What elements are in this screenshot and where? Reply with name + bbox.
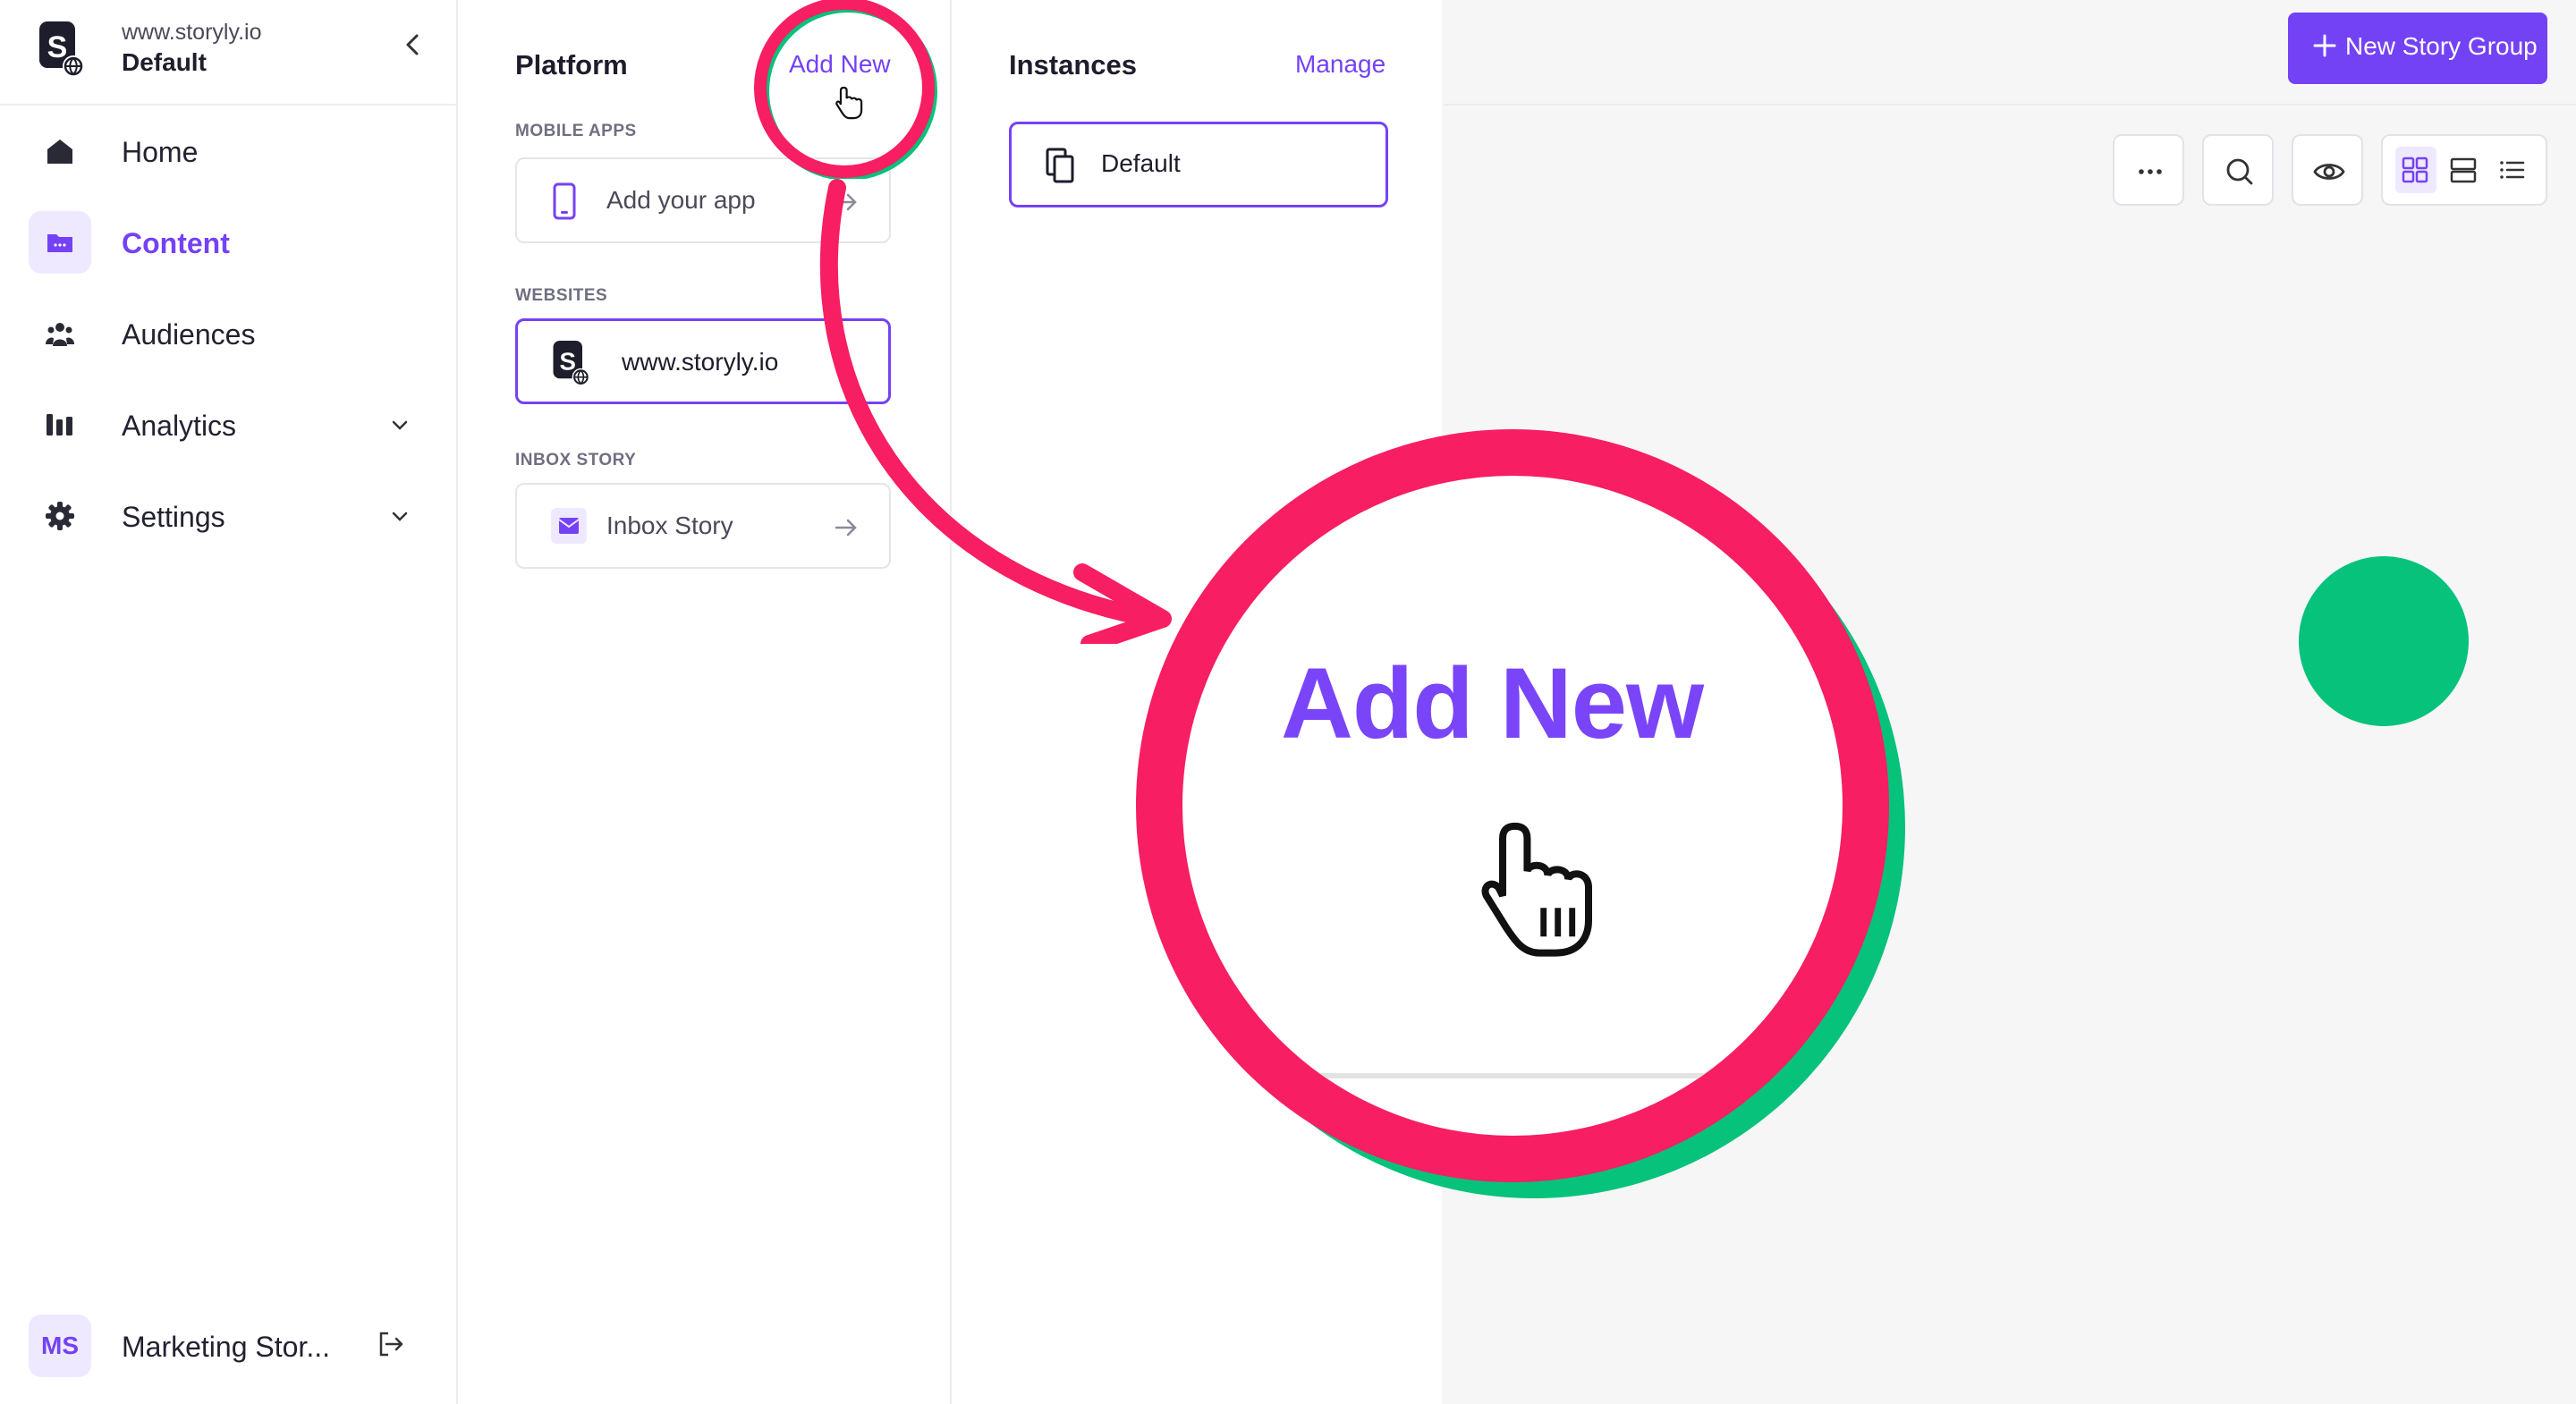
search-button[interactable] [2202, 134, 2274, 206]
avatar: MS [29, 1315, 91, 1377]
home-icon [29, 120, 91, 182]
gear-icon [29, 485, 91, 547]
nav-item-content[interactable]: Content [29, 211, 431, 274]
annotation-arrow [819, 179, 1172, 644]
list-view-icon[interactable] [2497, 156, 2526, 184]
bar-chart-icon [29, 393, 91, 456]
instances-title: Instances [1009, 49, 1138, 80]
user-profile[interactable]: MS Marketing Stor... [29, 1315, 431, 1377]
storyly-logo-icon: S [36, 21, 86, 79]
zoom-callout-label: Add New [1281, 647, 1704, 759]
nav-label: Home [122, 136, 199, 168]
collapse-sidebar-icon[interactable] [399, 29, 428, 61]
manage-link[interactable]: Manage [1295, 50, 1385, 79]
nav-label: Settings [122, 501, 225, 533]
svg-text:S: S [560, 348, 576, 376]
card-label: Inbox Story [606, 512, 733, 539]
plus-icon [2313, 34, 2336, 57]
card-label: www.storyly.io [622, 348, 779, 376]
chevron-down-icon[interactable] [388, 504, 411, 528]
sidebar: S www.storyly.io Default Home Content Au… [0, 0, 458, 1404]
search-icon [2226, 158, 2253, 185]
platform-title: Platform [515, 49, 628, 80]
hand-cursor-icon [1481, 822, 1592, 957]
storyly-logo-icon: S [553, 341, 590, 386]
phone-icon [553, 182, 576, 220]
nav-label: Content [122, 227, 230, 259]
annotation-highlight-ring [754, 0, 937, 179]
zoom-divider [1317, 1073, 1710, 1078]
folder-icon [29, 211, 91, 274]
chevron-down-icon[interactable] [388, 413, 411, 436]
card-label: Add your app [606, 186, 756, 214]
workspace-domain: www.storyly.io [122, 20, 262, 45]
preview-button[interactable] [2292, 134, 2363, 206]
rows-view-icon[interactable] [2449, 156, 2478, 184]
nav-label: Analytics [122, 410, 237, 442]
new-story-group-label: New Story Group [2345, 32, 2538, 60]
nav-item-home[interactable]: Home [29, 120, 431, 182]
more-options-button[interactable] [2113, 134, 2184, 206]
people-icon [29, 302, 91, 365]
workspace-name: Default [122, 48, 207, 76]
svg-text:S: S [47, 30, 68, 64]
nav-item-audiences[interactable]: Audiences [29, 302, 431, 365]
section-label-mobile-apps: MOBILE APPS [515, 122, 637, 140]
more-horizontal-icon [2139, 169, 2162, 174]
nav-item-settings[interactable]: Settings [29, 485, 431, 547]
nav-item-analytics[interactable]: Analytics [29, 393, 431, 456]
logout-icon[interactable] [376, 1329, 406, 1359]
annotation-green-dot [2299, 556, 2469, 726]
nav-label: Audiences [122, 318, 256, 351]
section-label-inbox-story: INBOX STORY [515, 451, 637, 469]
hand-cursor-icon [835, 86, 863, 120]
eye-icon [2313, 164, 2345, 180]
zoom-callout: Add New [1182, 476, 1843, 1136]
grid-view-icon[interactable] [2401, 156, 2429, 184]
mail-icon [551, 508, 587, 544]
new-story-group-button[interactable]: New Story Group [2288, 13, 2547, 84]
user-name: Marketing Stor... [122, 1331, 330, 1363]
section-label-websites: WEBSITES [515, 286, 608, 305]
workspace-header[interactable]: S www.storyly.io Default [0, 0, 456, 106]
